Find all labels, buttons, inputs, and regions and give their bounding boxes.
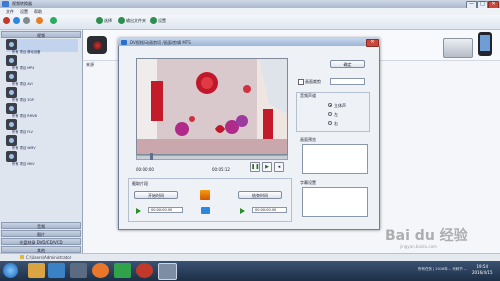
- list-item-label: 所有 项目 移动设备: [12, 50, 41, 54]
- toolbar-select-label[interactable]: 选择: [104, 18, 112, 24]
- dialog-icon: [121, 40, 127, 45]
- start-button[interactable]: [3, 263, 18, 278]
- preview-box: [302, 144, 368, 174]
- radio-right-label: 右: [334, 121, 338, 126]
- start-time-button[interactable]: 开始时间: [134, 191, 178, 199]
- list-item[interactable]: 所有 项目 MP4: [6, 55, 78, 70]
- category-audio[interactable]: 音频: [1, 222, 81, 229]
- seek-thumb[interactable]: [150, 153, 153, 160]
- list-item[interactable]: 所有 项目 3GP: [6, 87, 78, 102]
- list-item-label: 所有 项目 3GP: [12, 98, 34, 102]
- play-start-icon[interactable]: [136, 208, 141, 214]
- watermark-logo: Bai du 经验: [385, 228, 468, 244]
- toolbar: [0, 15, 500, 30]
- confirm-button[interactable]: 确定: [330, 60, 365, 68]
- preview-group-title: 画面预览: [300, 137, 316, 142]
- dialog-title: DV视频/动画剪切 /画面/剪辑 MTS: [130, 40, 191, 45]
- output-folder-icon[interactable]: [118, 17, 125, 24]
- save-icon[interactable]: [201, 207, 210, 214]
- audio-group-title: 音频声道: [300, 93, 316, 98]
- recorder-taskbar-icon[interactable]: [136, 263, 153, 278]
- subtitle-box[interactable]: [302, 187, 368, 217]
- crop-checkbox-label: 画面裁剪: [305, 79, 321, 84]
- list-item[interactable]: 所有 项目 WMV: [6, 135, 78, 150]
- pause-button[interactable]: ❚❚: [250, 162, 260, 172]
- list-item-label: 所有 项目 MKV: [12, 162, 35, 166]
- radio-stereo[interactable]: [328, 103, 332, 107]
- radio-stereo-label: 立体声: [334, 103, 346, 108]
- tray-clock[interactable]: 19:54 2016/4/15: [472, 264, 493, 276]
- status-path: C:\Users\Administrator: [26, 255, 72, 260]
- volume-button[interactable]: ◂: [274, 162, 284, 172]
- folder-icon: [20, 255, 24, 259]
- radio-left-label: 左: [334, 112, 338, 117]
- list-item[interactable]: 所有 项目 RMVB: [6, 103, 78, 118]
- list-item-label: 所有 项目 MP4: [12, 66, 35, 70]
- list-item-label: 所有 项目 RMVB: [12, 114, 37, 118]
- crop-checkbox[interactable]: [298, 79, 304, 85]
- list-item[interactable]: 所有 项目 MKV: [6, 151, 78, 166]
- tray-date: 2016/4/15: [472, 270, 493, 275]
- select-icon[interactable]: [96, 17, 103, 24]
- seek-bar[interactable]: [136, 155, 288, 160]
- convert-icon[interactable]: [36, 17, 43, 24]
- app-titlebar: [0, 0, 500, 8]
- play-end-icon[interactable]: [240, 208, 245, 214]
- list-item-label: 所有 项目 WMV: [12, 146, 36, 150]
- video-preview: [136, 58, 288, 155]
- clip-group: [128, 178, 292, 222]
- category-other[interactable]: 其他: [1, 246, 81, 253]
- category-disc[interactable]: 光盘刻录 DVD/CD/VCD: [1, 238, 81, 245]
- stop-icon[interactable]: [50, 17, 57, 24]
- current-time: 00:00:00: [136, 167, 154, 172]
- list-item-label: 所有 项目 FLV: [12, 130, 33, 134]
- radio-left[interactable]: [328, 112, 332, 116]
- list-item-label: 所有 项目 AVI: [12, 82, 33, 86]
- tray-status: 所有任务 | 2016年... 代码节 ...: [418, 267, 468, 271]
- category-video[interactable]: 视频: [1, 31, 81, 38]
- converter-taskbar-icon[interactable]: [158, 263, 177, 280]
- add-icon[interactable]: [3, 17, 10, 24]
- list-item[interactable]: 所有 项目 FLV: [6, 119, 78, 134]
- crop-value-field[interactable]: [330, 78, 365, 85]
- ie-taskbar-icon[interactable]: [48, 263, 65, 278]
- end-time-button[interactable]: 结束时间: [238, 191, 282, 199]
- start-time-field[interactable]: 00:00:00.00: [148, 207, 183, 213]
- media-taskbar-icon[interactable]: [70, 263, 87, 278]
- app-logo-icon: [2, 1, 9, 7]
- toolbar-settings-label[interactable]: 设置: [158, 18, 166, 24]
- category-image[interactable]: 图片: [1, 230, 81, 237]
- explorer-taskbar-icon[interactable]: [28, 263, 45, 278]
- toolbar-output-folder-label[interactable]: 输出文件夹: [126, 18, 146, 24]
- firefox-taskbar-icon[interactable]: [92, 263, 109, 278]
- app-title: 视频转换器: [12, 1, 32, 6]
- end-time-field[interactable]: 00:00:00.00: [252, 207, 287, 213]
- list-item[interactable]: 所有 项目 移动设备: [6, 39, 78, 54]
- total-time: 00:05:12: [212, 167, 230, 172]
- subtitle-group-title: 字幕设置: [300, 180, 316, 185]
- play-button[interactable]: ▶: [262, 162, 272, 172]
- video-frame: [137, 59, 287, 154]
- settings-icon[interactable]: [150, 17, 157, 24]
- player-taskbar-icon[interactable]: [114, 263, 131, 278]
- column-header-source[interactable]: 来源: [86, 62, 94, 68]
- list-item[interactable]: 所有 项目 AVI: [6, 71, 78, 86]
- watermark-url: jingyan.baidu.com: [400, 244, 437, 249]
- clear-icon[interactable]: [23, 17, 30, 24]
- dialog-close-button[interactable]: ✕: [366, 39, 379, 47]
- camera-lens-icon: [93, 41, 102, 50]
- device-icon[interactable]: [443, 38, 473, 58]
- remove-icon[interactable]: [13, 17, 20, 24]
- clip-group-title: 截取片段: [132, 181, 148, 186]
- scissors-icon: [200, 190, 210, 200]
- radio-right[interactable]: [328, 121, 332, 125]
- phone-screen-icon: [480, 35, 490, 51]
